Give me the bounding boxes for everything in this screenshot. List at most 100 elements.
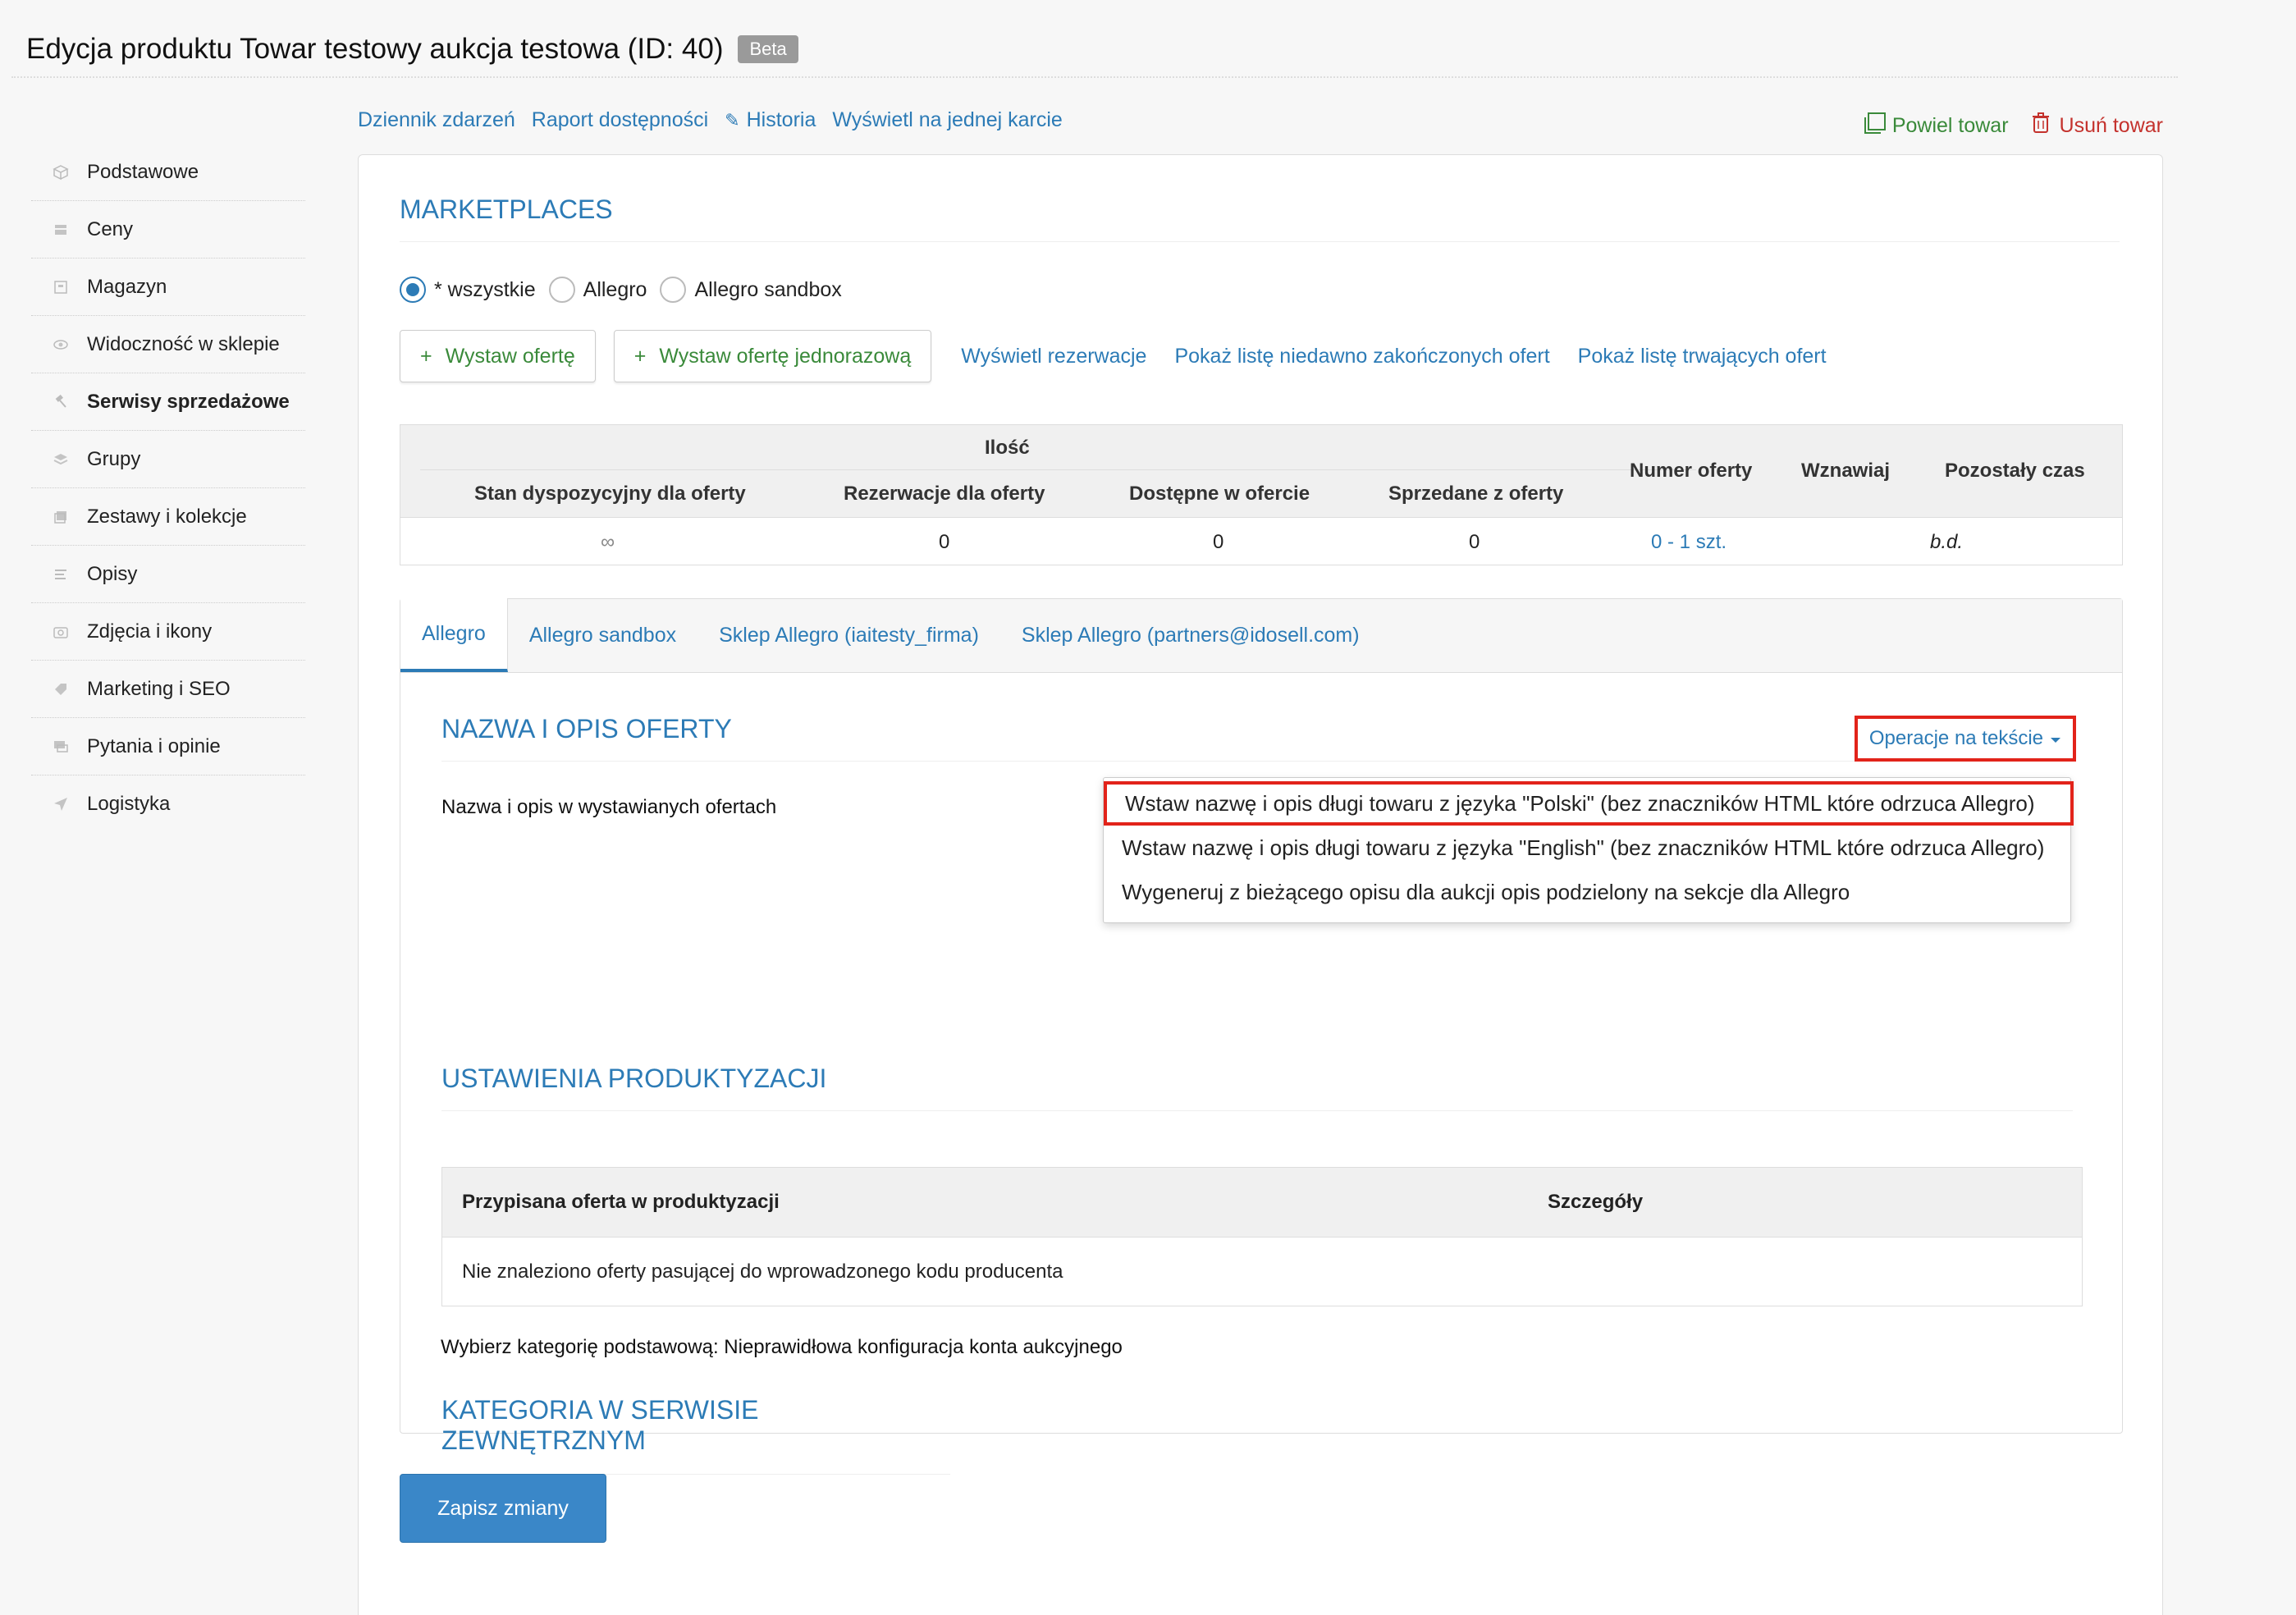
offer-number-link[interactable]: 0 - 1 szt. (1651, 531, 1727, 554)
sidebar-item-label: Podstawowe (87, 160, 199, 183)
menu-item-insert-polish[interactable]: Wstaw nazwę i opis długi towaru z języka… (1104, 781, 2074, 826)
menu-item-insert-english[interactable]: Wstaw nazwę i opis długi towaru z języka… (1104, 826, 2070, 870)
sidebar-item-pytania[interactable]: Pytania i opinie (31, 718, 305, 775)
page-header: Edycja produktu Towar testowy aukcja tes… (26, 25, 798, 74)
history-link-label: Historia (746, 108, 816, 131)
text-operations-label: Operacje na tekście (1868, 727, 2043, 749)
collection-icon (53, 509, 69, 525)
sidebar-item-label: Marketing i SEO (87, 677, 231, 700)
radio-all[interactable] (400, 277, 426, 303)
quantity-table-header: Ilość Stan dyspozycyjny dla oferty Rezer… (400, 425, 2122, 517)
sidebar-item-zdjecia[interactable]: Zdjęcia i ikony (31, 603, 305, 661)
create-offer-button[interactable]: + Wystaw ofertę (400, 330, 596, 382)
caret-down-icon (2050, 727, 2061, 750)
col-details: Szczegóły (1548, 1191, 1644, 1213)
sidebar-item-logistyka[interactable]: Logistyka (31, 775, 305, 833)
table-row: ∞ 0 0 0 0 - 1 szt. b.d. (400, 517, 2122, 565)
col-reservations: Rezerwacje dla oferty (844, 483, 1045, 505)
trash-icon (2032, 112, 2050, 140)
sidebar-item-label: Serwisy sprzedażowe (87, 390, 290, 413)
plane-icon (53, 796, 69, 812)
create-single-offer-button[interactable]: + Wystaw ofertę jednorazową (613, 330, 932, 382)
sidebar-item-ceny[interactable]: Ceny (31, 201, 305, 258)
create-single-offer-label: Wystaw ofertę jednorazową (659, 344, 912, 368)
tab-sklep-allegro-iaitesty[interactable]: Sklep Allegro (iaitesty_firma) (697, 598, 1000, 672)
sidebar-item-grupy[interactable]: Grupy (31, 431, 305, 488)
top-actions: Powiel towar Usuń towar (1863, 112, 2163, 140)
col-offer-number: Numer oferty (1630, 460, 1753, 482)
quantity-table: Ilość Stan dyspozycyjny dla oferty Rezer… (400, 424, 2123, 565)
marketplaces-section: MARKETPLACES (400, 194, 2120, 242)
category-heading: KATEGORIA W SERWISIE ZEWNĘTRZNYM (441, 1395, 950, 1475)
col-remaining: Pozostały czas (1945, 460, 2085, 482)
tab-sklep-allegro-partners[interactable]: Sklep Allegro (partners@idosell.com) (1000, 598, 1381, 672)
header-divider (11, 76, 2178, 78)
history-link[interactable]: ✎ Historia (725, 108, 816, 132)
sidebar-item-label: Logistyka (87, 793, 171, 815)
eye-icon (53, 336, 69, 353)
sidebar-item-podstawowe[interactable]: Podstawowe (31, 144, 305, 201)
sidebar-item-label: Ceny (87, 217, 134, 240)
tab-allegro[interactable]: Allegro (400, 598, 508, 672)
sidebar-item-magazyn[interactable]: Magazyn (31, 258, 305, 316)
marketplace-tabs-panel: Allegro Allegro sandbox Sklep Allegro (i… (400, 598, 2123, 1475)
menu-item-generate-sections[interactable]: Wygeneruj z bieżącego opisu dla aukcji o… (1104, 870, 2070, 914)
marketplace-filter: * wszystkie Allegro Allegro sandbox (400, 277, 847, 303)
edit-icon: ✎ (725, 110, 740, 130)
sidebar-item-label: Widoczność w sklepie (87, 332, 280, 355)
sidebar-item-zestawy[interactable]: Zestawy i kolekcje (31, 488, 305, 546)
sidebar-item-label: Zdjęcia i ikony (87, 620, 213, 643)
create-offer-label: Wystaw ofertę (445, 344, 575, 368)
table-row: Nie znaleziono oferty pasującej do wprow… (442, 1237, 2082, 1306)
quantity-group-header: Ilość (985, 437, 1030, 459)
productization-empty-text: Nie znaleziono oferty pasującej do wprow… (462, 1260, 1063, 1283)
top-links: Dziennik zdarzeń Raport dostępności ✎ His… (358, 108, 1063, 132)
delete-product-label: Usuń towar (2059, 114, 2163, 137)
text-operations-menu: Wstaw nazwę i opis długi towaru z języka… (1103, 777, 2074, 923)
delete-product-button[interactable]: Usuń towar (2032, 112, 2163, 140)
event-log-link[interactable]: Dziennik zdarzeń (358, 108, 515, 132)
plus-icon: + (420, 344, 432, 368)
warehouse-icon (53, 279, 69, 295)
col-available: Dostępne w ofercie (1129, 483, 1310, 505)
sidebar-item-serwisy[interactable]: Serwisy sprzedażowe (31, 373, 305, 431)
single-card-link[interactable]: Wyświetl na jednej karcie (832, 108, 1062, 132)
name-section-heading: NAZWA I OPIS OFERTY (441, 714, 2073, 762)
save-changes-button[interactable]: Zapisz zmiany (400, 1474, 606, 1543)
tab-allegro-sandbox[interactable]: Allegro sandbox (508, 598, 697, 672)
col-renew: Wznawiaj (1801, 460, 1891, 482)
duplicate-product-button[interactable]: Powiel towar (1863, 112, 2009, 140)
sidebar-item-marketing[interactable]: Marketing i SEO (31, 661, 305, 718)
radio-allegro-sandbox[interactable] (660, 277, 687, 303)
sidebar-item-label: Grupy (87, 447, 141, 470)
text-operations-dropdown-toggle[interactable]: Operacje na tekście (1854, 716, 2076, 762)
show-reservations-link[interactable]: Wyświetl rezerwacje (961, 345, 1146, 368)
sidebar-item-opisy[interactable]: Opisy (31, 546, 305, 603)
radio-all-label: * wszystkie (434, 277, 536, 301)
recent-finished-offers-link[interactable]: Pokaż listę niedawno zakończonych ofert (1174, 345, 1549, 368)
cell-reservations: 0 (939, 531, 950, 553)
availability-report-link[interactable]: Raport dostępności (532, 108, 708, 132)
layers-icon (53, 451, 69, 468)
cell-stock: ∞ (601, 531, 615, 553)
category-section: KATEGORIA W SERWISIE ZEWNĘTRZNYM (441, 1395, 950, 1475)
cell-available: 0 (1213, 531, 1224, 553)
ongoing-offers-link[interactable]: Pokaż listę trwających ofert (1578, 345, 1827, 368)
copy-icon (1863, 112, 1887, 140)
cell-remaining: b.d. (1930, 531, 1964, 553)
radio-allegro[interactable] (548, 277, 575, 303)
col-assigned-offer: Przypisana oferta w produktyzacji (462, 1191, 780, 1213)
productization-section: USTAWIENIA PRODUKTYZACJI (441, 1064, 2083, 1111)
box-icon (53, 164, 69, 181)
category-text: Wybierz kategorię podstawową: Nieprawidł… (441, 1336, 1123, 1358)
sidebar-item-label: Magazyn (87, 275, 167, 298)
marketplaces-heading: MARKETPLACES (400, 194, 2120, 242)
offer-actions: + Wystaw ofertę + Wystaw ofertę jednoraz… (400, 330, 1827, 382)
duplicate-product-label: Powiel towar (1891, 114, 2009, 137)
price-icon (53, 222, 69, 238)
sidebar-item-widocznosc[interactable]: Widoczność w sklepie (31, 316, 305, 373)
gavel-icon (53, 394, 69, 410)
sidebar-item-label: Opisy (87, 562, 138, 585)
text-icon (53, 566, 69, 583)
main-card: MARKETPLACES * wszystkie Allegro Allegro… (358, 154, 2163, 1615)
